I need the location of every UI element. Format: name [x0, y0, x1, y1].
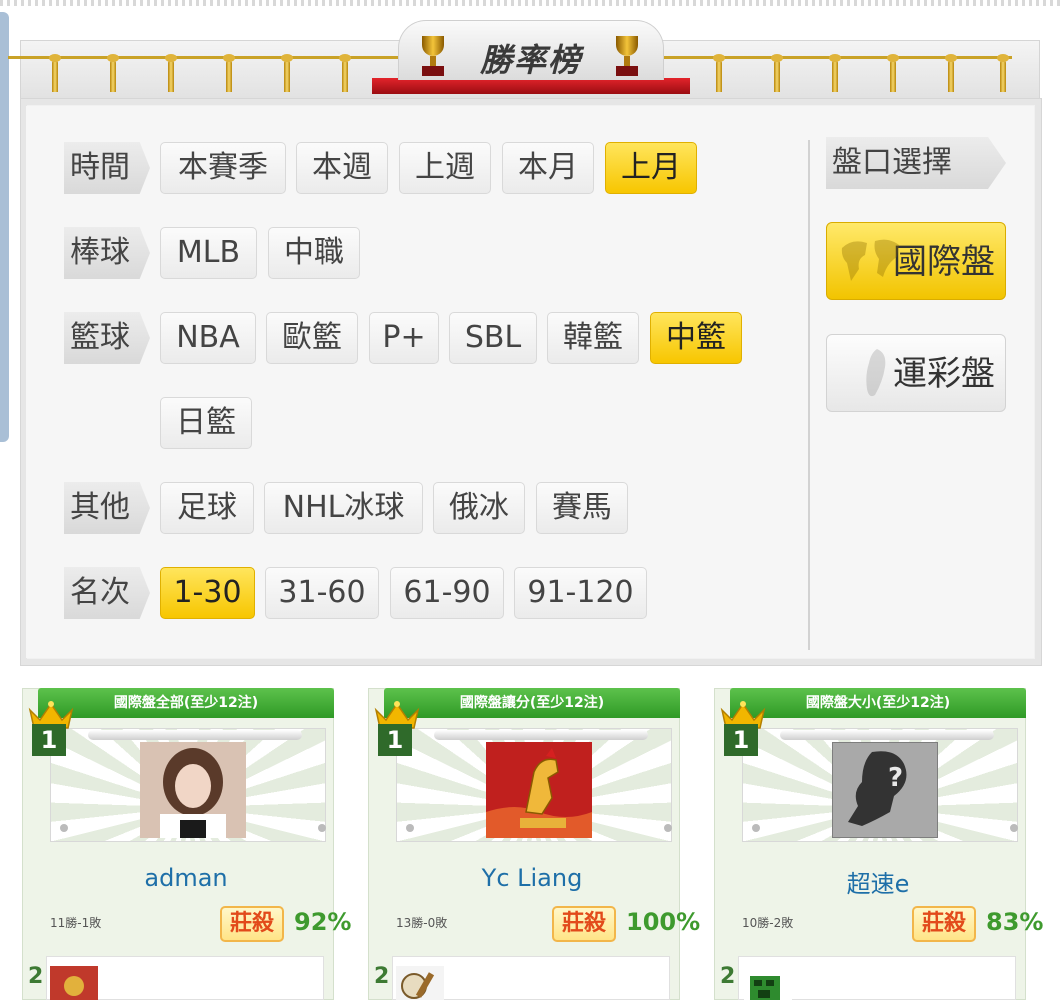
rank-option-61-90[interactable]: 61-90	[390, 567, 504, 619]
rank-label: 名次	[64, 567, 150, 619]
default-avatar-icon[interactable]: ?	[832, 742, 938, 838]
win-loss-record: 11勝-1敗	[50, 916, 102, 930]
taiwan-map-icon	[866, 349, 886, 397]
basketball-option-china[interactable]: 中籃	[650, 312, 742, 364]
trophy-icon	[418, 36, 448, 80]
stanchion-icon	[339, 54, 351, 92]
time-option-this-week[interactable]: 本週	[296, 142, 388, 194]
top-border	[0, 0, 1063, 6]
svg-text:?: ?	[888, 763, 903, 793]
pin-icon	[60, 824, 68, 832]
pin-icon	[752, 824, 760, 832]
card-title[interactable]: 國際盤全部(至少12注)	[38, 688, 334, 718]
next-rank-number: 2	[720, 964, 736, 989]
pin-icon	[406, 824, 414, 832]
page-title: 勝率榜	[479, 41, 582, 79]
house-killer-badge: 莊殺	[912, 906, 976, 942]
rank-option-91-120[interactable]: 91-120	[514, 567, 647, 619]
rank-badge: 1	[724, 724, 758, 756]
basketball-option-pplus[interactable]: P+	[369, 312, 439, 364]
other-option-horse-racing[interactable]: 賽馬	[536, 482, 628, 534]
win-loss-record: 13勝-0敗	[396, 916, 448, 930]
pin-icon	[318, 824, 326, 832]
stanchion-icon	[713, 54, 725, 92]
card-title[interactable]: 國際盤大小(至少12注)	[730, 688, 1026, 718]
user-name[interactable]: Yc Liang	[384, 864, 680, 892]
ranking-card-over-under: 國際盤大小(至少12注) ? 1 超速e 10勝-2敗 莊殺 83% 2	[714, 688, 1043, 1000]
ranking-card-all: 國際盤全部(至少12注) 1 adman 11勝-1敗 莊殺 92% 2	[22, 688, 351, 1000]
basketball-label: 籃球	[64, 312, 150, 364]
stanchion-icon	[223, 54, 235, 92]
time-label: 時間	[64, 142, 150, 194]
photo-hanger	[88, 730, 302, 740]
rank-option-1-30[interactable]: 1-30	[160, 567, 255, 619]
avatar[interactable]	[486, 742, 592, 838]
win-percent: 92%	[294, 908, 352, 936]
basketball-option-japan[interactable]: 日籃	[160, 397, 252, 449]
world-map-icon	[841, 239, 899, 281]
basketball-option-sbl[interactable]: SBL	[449, 312, 537, 364]
stanchion-icon	[281, 54, 293, 92]
win-percent: 83%	[986, 908, 1044, 936]
house-killer-badge: 莊殺	[220, 906, 284, 942]
other-option-nhl[interactable]: NHL冰球	[264, 482, 423, 534]
baseball-option-cpbl[interactable]: 中職	[268, 227, 360, 279]
baseball-option-mlb[interactable]: MLB	[160, 227, 257, 279]
stanchion-icon	[107, 54, 119, 92]
trophy-icon	[612, 36, 642, 80]
card-title[interactable]: 國際盤讓分(至少12注)	[384, 688, 680, 718]
user-name[interactable]: adman	[38, 864, 334, 892]
user-name[interactable]: 超速e	[730, 864, 1026, 899]
time-option-last-month[interactable]: 上月	[605, 142, 697, 194]
stanchion-icon	[829, 54, 841, 92]
basketball-option-euro[interactable]: 歐籃	[266, 312, 358, 364]
pin-icon	[664, 824, 672, 832]
next-rank-number: 2	[28, 964, 44, 989]
market-sports-lottery-label: 運彩盤	[893, 354, 995, 394]
market-label: 盤口選擇	[826, 137, 1006, 189]
basketball-option-korea[interactable]: 韓籃	[547, 312, 639, 364]
stanchion-icon	[49, 54, 61, 92]
stanchion-icon	[945, 54, 957, 92]
market-international-button[interactable]: 國際盤	[826, 222, 1006, 300]
photo-hanger	[434, 730, 648, 740]
avatar[interactable]	[140, 742, 246, 838]
market-sports-lottery-button[interactable]: 運彩盤	[826, 334, 1006, 412]
stanchion-icon	[771, 54, 783, 92]
next-rank-avatar[interactable]	[50, 966, 98, 1000]
photo-hanger	[780, 730, 994, 740]
other-option-soccer[interactable]: 足球	[160, 482, 254, 534]
side-scroll-tab[interactable]	[0, 12, 9, 442]
stanchion-icon	[997, 54, 1009, 92]
next-rank-number: 2	[374, 964, 390, 989]
pin-icon	[1010, 824, 1018, 832]
next-rank-avatar[interactable]	[396, 966, 444, 1000]
time-option-last-week[interactable]: 上週	[399, 142, 491, 194]
panel-divider	[808, 140, 810, 650]
other-option-khl[interactable]: 俄冰	[433, 482, 525, 534]
win-percent: 100%	[626, 908, 701, 936]
rank-option-31-60[interactable]: 31-60	[265, 567, 379, 619]
stanchion-icon	[165, 54, 177, 92]
rank-badge: 1	[32, 724, 66, 756]
rank-badge: 1	[378, 724, 412, 756]
baseball-label: 棒球	[64, 227, 150, 279]
house-killer-badge: 莊殺	[552, 906, 616, 942]
win-loss-record: 10勝-2敗	[742, 916, 794, 930]
basketball-option-nba[interactable]: NBA	[160, 312, 256, 364]
time-option-this-month[interactable]: 本月	[502, 142, 594, 194]
market-international-label: 國際盤	[893, 242, 995, 282]
other-label: 其他	[64, 482, 150, 534]
next-rank-avatar[interactable]	[744, 966, 792, 1000]
time-option-season[interactable]: 本賽季	[160, 142, 286, 194]
stanchion-icon	[887, 54, 899, 92]
ranking-card-spread: 國際盤讓分(至少12注) 1 Yc Liang 13勝-0敗 莊殺 100% 2	[368, 688, 700, 1000]
